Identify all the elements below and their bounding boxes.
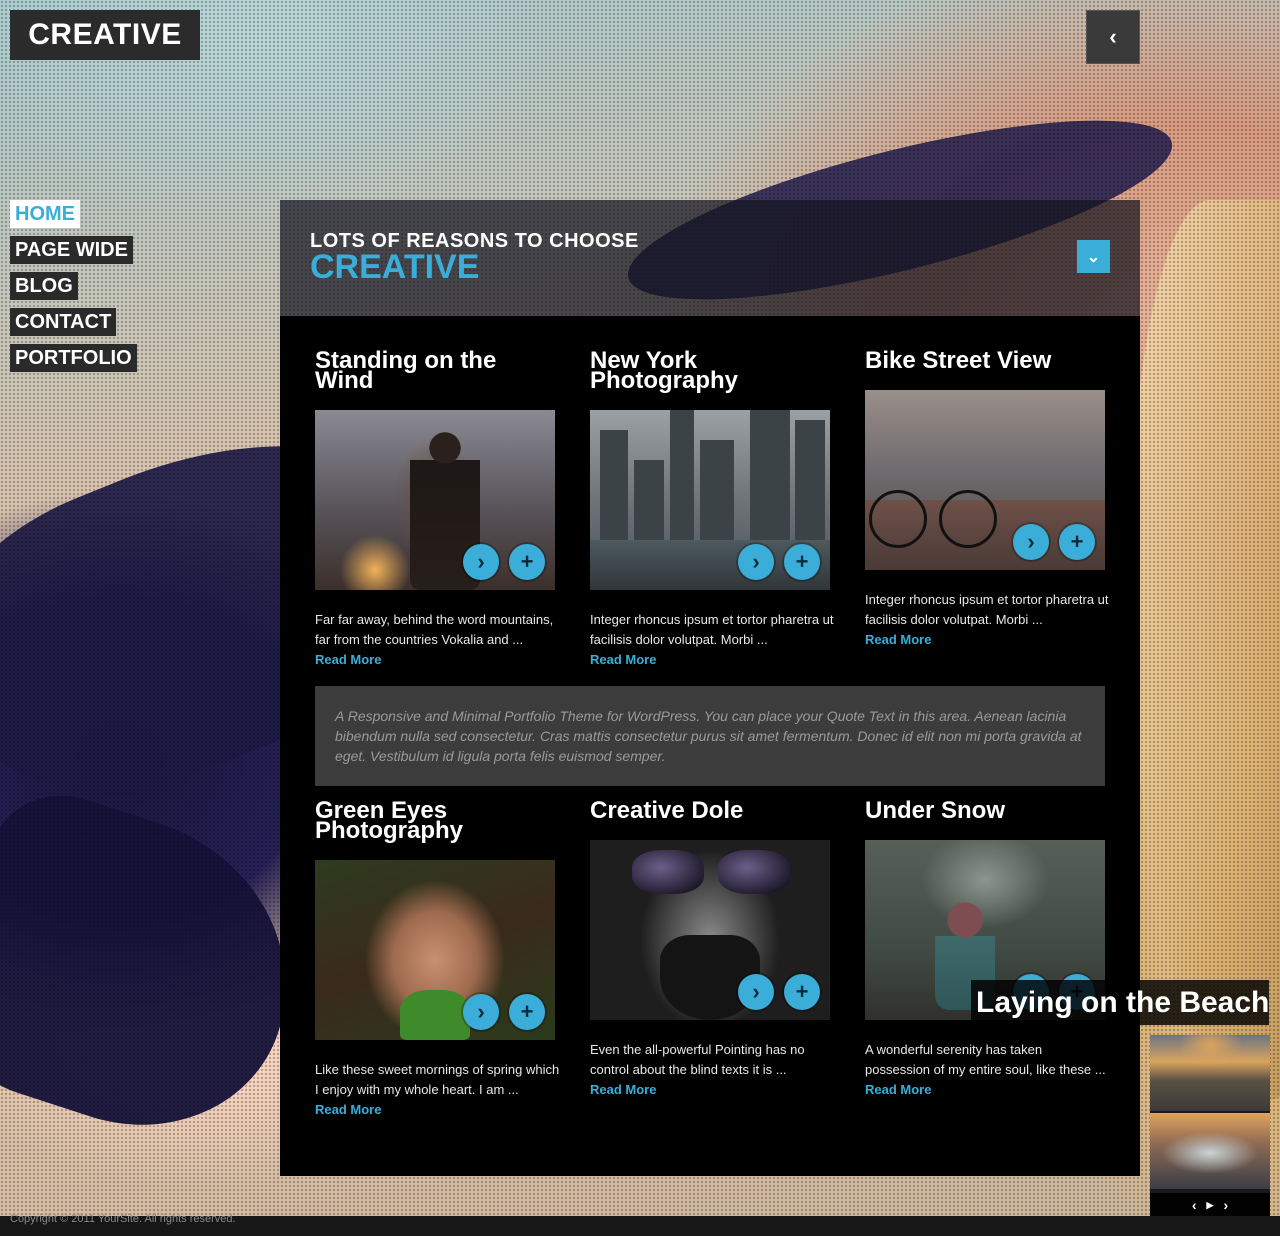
read-more-link[interactable]: Read More	[590, 650, 835, 670]
read-more-link[interactable]: Read More	[315, 650, 560, 670]
card-description: Integer rhoncus ipsum et tortor pharetra…	[865, 590, 1110, 650]
arrow-right-icon[interactable]: ›	[463, 544, 499, 580]
site-logo[interactable]: CREATIVE	[10, 10, 200, 60]
arrow-right-icon[interactable]: ›	[738, 974, 774, 1010]
card-image[interactable]: › +	[590, 840, 830, 1020]
image-building	[670, 410, 694, 550]
collapse-button[interactable]: ‹	[1086, 10, 1140, 64]
intro-title: CREATIVE	[310, 248, 480, 286]
image-building	[750, 410, 790, 550]
card-text: Even the all-powerful Pointing has no co…	[590, 1042, 805, 1077]
arrow-right-icon[interactable]: ›	[1013, 524, 1049, 560]
card-text: Like these sweet mornings of spring whic…	[315, 1062, 560, 1097]
card-text: A wonderful serenity has taken possessio…	[865, 1042, 1106, 1077]
image-building	[700, 440, 734, 550]
arrow-right-icon[interactable]: ›	[738, 544, 774, 580]
slider-controls: ‹ ▶ ›	[1150, 1193, 1270, 1217]
plus-icon[interactable]: +	[784, 544, 820, 580]
quote-box: A Responsive and Minimal Portfolio Theme…	[315, 686, 1105, 786]
plus-icon[interactable]: +	[509, 544, 545, 580]
toggle-intro-button[interactable]: ⌄	[1077, 240, 1110, 273]
portfolio-card: Bike Street View	[865, 349, 1105, 373]
card-text: Integer rhoncus ipsum et tortor pharetra…	[865, 592, 1109, 627]
plus-icon[interactable]: +	[1059, 524, 1095, 560]
image-bike-wheel	[939, 490, 997, 548]
slider-caption: Laying on the Beach	[971, 980, 1269, 1025]
chevron-left-icon[interactable]: ‹	[1192, 1197, 1197, 1213]
image-building	[600, 430, 628, 550]
image-sunglass-lens	[632, 850, 704, 894]
card-text: Integer rhoncus ipsum et tortor pharetra…	[590, 612, 834, 647]
image-sunglass-lens	[718, 850, 790, 894]
read-more-link[interactable]: Read More	[315, 1100, 560, 1120]
card-description: A wonderful serenity has taken possessio…	[865, 1040, 1110, 1100]
slider-thumbnails: ‹ ▶ ›	[1150, 1035, 1270, 1217]
slider-thumbnail[interactable]	[1150, 1113, 1270, 1189]
card-description: Like these sweet mornings of spring whic…	[315, 1060, 560, 1120]
read-more-link[interactable]: Read More	[865, 1080, 1110, 1100]
intro-header: LOTS OF REASONS TO CHOOSE CREATIVE ⌄	[280, 200, 1140, 316]
card-title[interactable]: New York Photography	[590, 349, 830, 393]
image-building	[795, 420, 825, 550]
card-description: Integer rhoncus ipsum et tortor pharetra…	[590, 610, 835, 670]
card-title[interactable]: Standing on the Wind	[315, 349, 555, 393]
plus-icon[interactable]: +	[509, 994, 545, 1030]
card-description: Far far away, behind the word mountains,…	[315, 610, 560, 670]
read-more-link[interactable]: Read More	[590, 1080, 835, 1100]
nav-item-contact[interactable]: CONTACT	[10, 308, 117, 336]
main-nav: HOME PAGE WIDE BLOG CONTACT PORTFOLIO	[10, 200, 137, 380]
card-title[interactable]: Creative Dole	[590, 799, 830, 823]
chevron-left-icon: ‹	[1109, 24, 1117, 49]
nav-item-page-wide[interactable]: PAGE WIDE	[10, 236, 133, 264]
nav-item-blog[interactable]: BLOG	[10, 272, 78, 300]
card-title[interactable]: Bike Street View	[865, 349, 1105, 373]
plus-icon[interactable]: +	[784, 974, 820, 1010]
card-image[interactable]: › +	[315, 860, 555, 1040]
image-building	[634, 460, 664, 550]
portfolio-card: New York Photography	[590, 349, 830, 393]
play-icon[interactable]: ▶	[1207, 1200, 1214, 1211]
portfolio-card: Under Snow	[865, 799, 1105, 823]
copyright-text: Copyright © 2011 YourSite. All rights re…	[10, 1213, 236, 1225]
chevron-down-icon: ⌄	[1086, 248, 1101, 266]
slider-thumbnail[interactable]	[1150, 1035, 1270, 1111]
card-text: Far far away, behind the word mountains,…	[315, 612, 554, 647]
arrow-right-icon[interactable]: ›	[463, 994, 499, 1030]
card-title[interactable]: Green Eyes Photography	[315, 799, 555, 843]
portfolio-card: Creative Dole	[590, 799, 830, 823]
nav-item-portfolio[interactable]: PORTFOLIO	[10, 344, 137, 372]
portfolio-card: Standing on the Wind	[315, 349, 555, 393]
card-image[interactable]: › +	[315, 410, 555, 590]
portfolio-card: Green Eyes Photography	[315, 799, 555, 843]
nav-item-home[interactable]: HOME	[10, 200, 80, 228]
card-image[interactable]: › +	[865, 390, 1105, 570]
portfolio-panel: Standing on the Wind › + Far far away, b…	[280, 316, 1140, 1176]
read-more-link[interactable]: Read More	[865, 630, 1110, 650]
card-description: Even the all-powerful Pointing has no co…	[590, 1040, 835, 1100]
chevron-right-icon[interactable]: ›	[1223, 1197, 1228, 1213]
image-bike-wheel	[869, 490, 927, 548]
image-scarf	[400, 990, 470, 1040]
card-image[interactable]: › +	[590, 410, 830, 590]
card-title[interactable]: Under Snow	[865, 799, 1105, 823]
